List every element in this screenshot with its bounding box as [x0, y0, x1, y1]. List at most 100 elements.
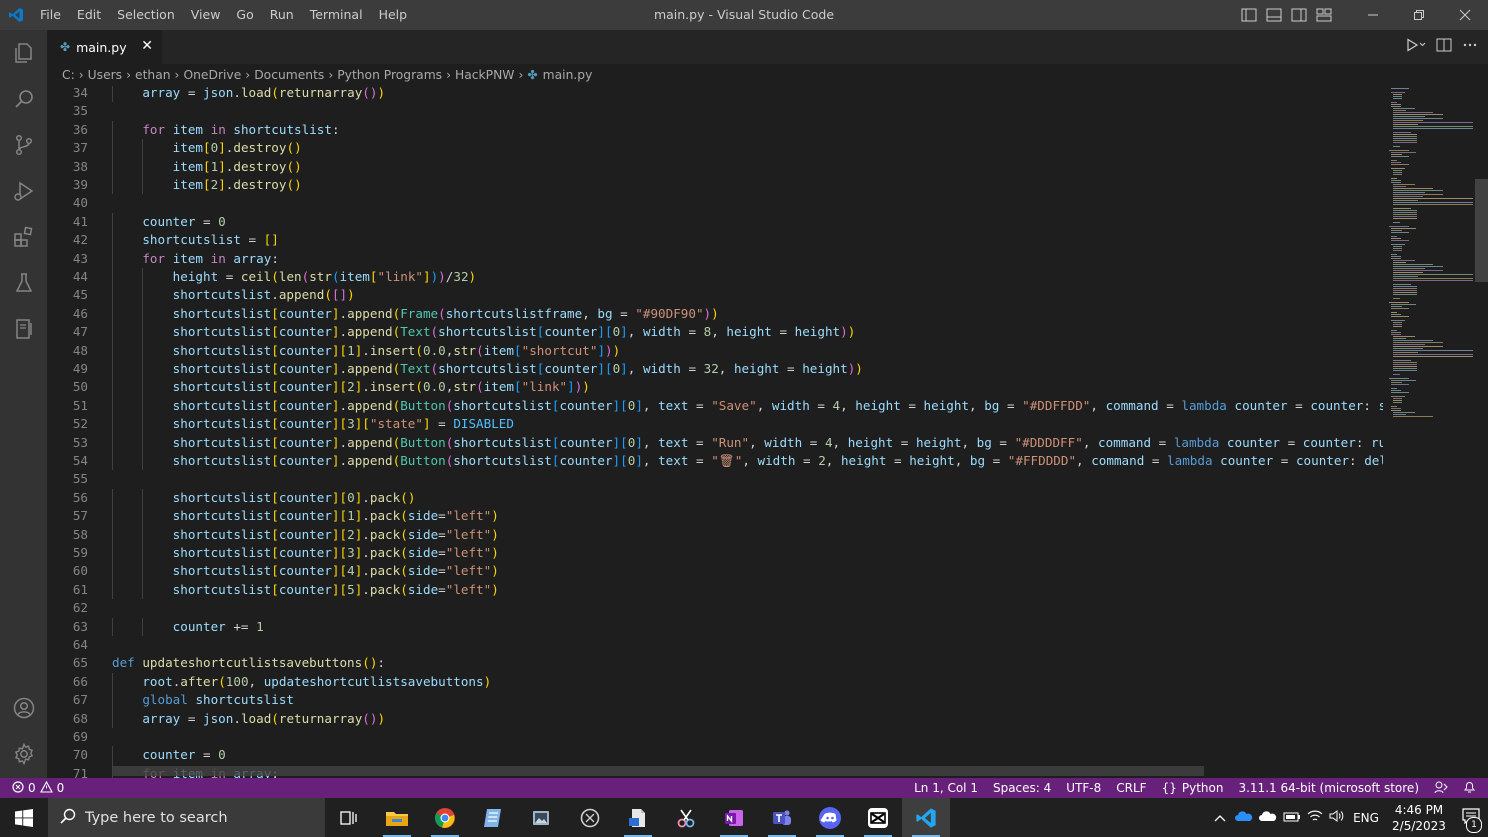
- minimize-button[interactable]: [1350, 0, 1396, 30]
- menu-edit[interactable]: Edit: [69, 0, 109, 30]
- breadcrumb-hackpnw[interactable]: HackPNW: [455, 68, 514, 82]
- problems-indicator[interactable]: 0 0: [12, 780, 64, 796]
- code-line[interactable]: 66 root.after(100, updateshortcutlistsav…: [47, 673, 1383, 691]
- scrollbar-thumb[interactable]: [1475, 179, 1488, 282]
- menu-file[interactable]: File: [32, 0, 69, 30]
- discord-icon[interactable]: [806, 798, 854, 837]
- code-line[interactable]: 60 shortcutslist[counter][4].pack(side="…: [47, 562, 1383, 580]
- code-line[interactable]: 63 counter += 1: [47, 618, 1383, 636]
- code-line[interactable]: 42 shortcutslist = []: [47, 231, 1383, 249]
- taskbar-search[interactable]: Type here to search: [48, 798, 325, 837]
- python-interpreter[interactable]: 3.11.1 64-bit (microsoft store): [1238, 781, 1419, 795]
- input-language[interactable]: ENG: [1348, 811, 1384, 825]
- chevron-up-icon[interactable]: [1208, 811, 1232, 825]
- breadcrumb-file[interactable]: main.py: [543, 68, 593, 82]
- code-line[interactable]: 51 shortcutslist[counter].append(Button(…: [47, 397, 1383, 415]
- code-line[interactable]: 36 for item in shortcutslist:: [47, 121, 1383, 139]
- code-line[interactable]: 50 shortcutslist[counter][2].insert(0.0,…: [47, 378, 1383, 396]
- toggle-primary-sidebar-icon[interactable]: [1236, 0, 1261, 30]
- explorer-icon[interactable]: [0, 30, 47, 76]
- end-of-line[interactable]: CRLF: [1116, 781, 1146, 795]
- search-icon[interactable]: [0, 76, 47, 122]
- wifi-icon[interactable]: [1304, 809, 1326, 826]
- notifications-bell-icon[interactable]: [1463, 780, 1476, 797]
- testing-flask-icon[interactable]: [0, 260, 47, 306]
- horizontal-scrollbar[interactable]: [112, 766, 1204, 776]
- toggle-secondary-sidebar-icon[interactable]: [1286, 0, 1311, 30]
- code-line[interactable]: 44 height = ceil(len(str(item["link"]))/…: [47, 268, 1383, 286]
- file-explorer-icon[interactable]: [373, 798, 421, 837]
- customize-layout-icon[interactable]: [1311, 0, 1336, 30]
- capcut-icon[interactable]: [854, 798, 902, 837]
- code-line[interactable]: 57 shortcutslist[counter][1].pack(side="…: [47, 507, 1383, 525]
- code-line[interactable]: 38 item[1].destroy(): [47, 158, 1383, 176]
- source-control-icon[interactable]: [0, 122, 47, 168]
- tab-main-py[interactable]: ✤ main.py ✕: [47, 30, 162, 64]
- code-line[interactable]: 67 global shortcutslist: [47, 691, 1383, 709]
- minimap[interactable]: [1383, 86, 1475, 778]
- settings-gear-icon[interactable]: [0, 731, 47, 777]
- close-tab-icon[interactable]: ✕: [141, 38, 153, 54]
- code-line[interactable]: 54 shortcutslist[counter].append(Button(…: [47, 452, 1383, 470]
- split-editor-icon[interactable]: [1436, 38, 1452, 56]
- accounts-icon[interactable]: [0, 685, 47, 731]
- documents-app-icon[interactable]: [614, 798, 662, 837]
- code-editor[interactable]: 34 array = json.load(returnarray()) 35 36 …: [47, 86, 1383, 778]
- close-window-button[interactable]: [1442, 0, 1488, 30]
- code-line[interactable]: 41 counter = 0: [47, 213, 1383, 231]
- feedback-icon[interactable]: [1434, 780, 1448, 797]
- encoding[interactable]: UTF-8: [1066, 781, 1101, 795]
- code-line[interactable]: 69: [47, 728, 1383, 746]
- code-line[interactable]: 56 shortcutslist[counter][0].pack(): [47, 489, 1383, 507]
- onedrive-personal-icon[interactable]: [1256, 810, 1280, 825]
- language-mode[interactable]: {} Python: [1162, 781, 1224, 795]
- vertical-scrollbar[interactable]: [1475, 86, 1488, 778]
- menu-run[interactable]: Run: [262, 0, 302, 30]
- code-line[interactable]: 43 for item in array:: [47, 250, 1383, 268]
- more-actions-icon[interactable]: [1462, 38, 1478, 56]
- code-line[interactable]: 35: [47, 102, 1383, 120]
- code-line[interactable]: 53 shortcutslist[counter].append(Button(…: [47, 434, 1383, 452]
- restore-button[interactable]: [1396, 0, 1442, 30]
- cursor-position[interactable]: Ln 1, Col 1: [914, 781, 978, 795]
- indentation[interactable]: Spaces: 4: [993, 781, 1051, 795]
- notification-center-icon[interactable]: 1: [1454, 808, 1488, 833]
- code-line[interactable]: 45 shortcutslist.append([]): [47, 286, 1383, 304]
- menu-help[interactable]: Help: [371, 0, 416, 30]
- breadcrumb-ethan[interactable]: ethan: [135, 68, 171, 82]
- breadcrumb-drive[interactable]: C:: [62, 68, 75, 82]
- code-line[interactable]: 37 item[0].destroy(): [47, 139, 1383, 157]
- code-line[interactable]: 40: [47, 194, 1383, 212]
- code-line[interactable]: 61 shortcutslist[counter][5].pack(side="…: [47, 581, 1383, 599]
- battery-icon[interactable]: [1280, 811, 1304, 825]
- chatgpt-app-icon[interactable]: [566, 798, 614, 837]
- code-line[interactable]: 58 shortcutslist[counter][2].pack(side="…: [47, 526, 1383, 544]
- task-view-icon[interactable]: [325, 798, 373, 837]
- menu-go[interactable]: Go: [228, 0, 261, 30]
- code-line[interactable]: 52 shortcutslist[counter][3]["state"] = …: [47, 415, 1383, 433]
- onenote-icon[interactable]: [710, 798, 758, 837]
- code-line[interactable]: 48 shortcutslist[counter][1].insert(0.0,…: [47, 342, 1383, 360]
- code-line[interactable]: 46 shortcutslist[counter].append(Frame(s…: [47, 305, 1383, 323]
- photos-app-icon[interactable]: [517, 798, 565, 837]
- code-line[interactable]: 55: [47, 470, 1383, 488]
- run-python-file-icon[interactable]: [1406, 38, 1426, 56]
- code-line[interactable]: 49 shortcutslist[counter].append(Text(sh…: [47, 360, 1383, 378]
- clock[interactable]: 4:46 PM 2/5/2023: [1384, 802, 1454, 834]
- run-debug-icon[interactable]: [0, 168, 47, 214]
- chrome-icon[interactable]: [421, 798, 469, 837]
- vscode-taskbar-icon[interactable]: [902, 798, 950, 837]
- toggle-panel-icon[interactable]: [1261, 0, 1286, 30]
- code-line[interactable]: 62: [47, 599, 1383, 617]
- code-line[interactable]: 59 shortcutslist[counter][3].pack(side="…: [47, 544, 1383, 562]
- menu-terminal[interactable]: Terminal: [302, 0, 371, 30]
- volume-icon[interactable]: [1326, 809, 1348, 826]
- notebook-icon[interactable]: [0, 306, 47, 352]
- code-line[interactable]: 39 item[2].destroy(): [47, 176, 1383, 194]
- code-line[interactable]: 68 array = json.load(returnarray()): [47, 710, 1383, 728]
- breadcrumb-onedrive[interactable]: OneDrive: [183, 68, 241, 82]
- menu-selection[interactable]: Selection: [109, 0, 183, 30]
- onedrive-icon[interactable]: [1232, 810, 1256, 825]
- breadcrumb-documents[interactable]: Documents: [254, 68, 324, 82]
- code-line[interactable]: 47 shortcutslist[counter].append(Text(sh…: [47, 323, 1383, 341]
